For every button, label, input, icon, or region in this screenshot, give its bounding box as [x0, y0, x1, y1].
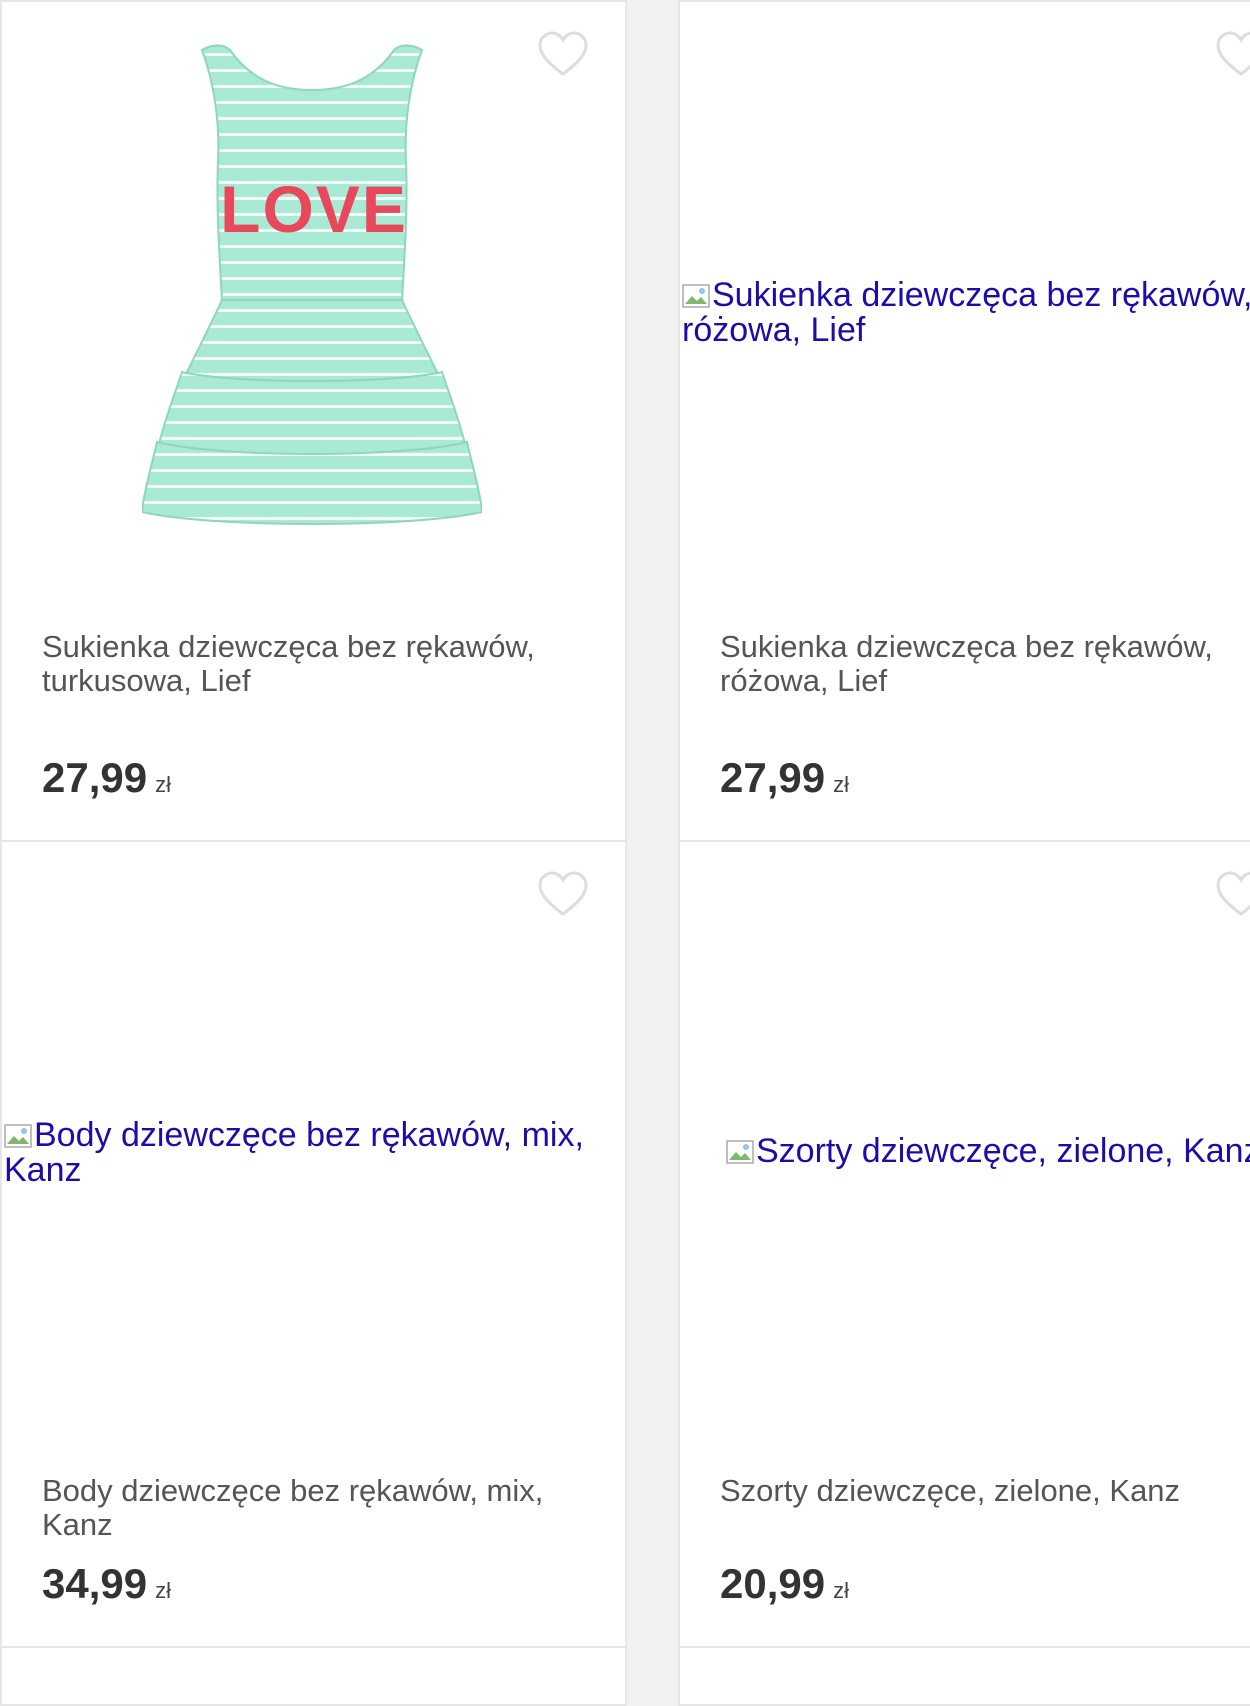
image-alt-text: Body dziewczęce bez rękawów, mix, Kanz — [4, 1116, 584, 1189]
heart-outline-icon[interactable] — [1215, 870, 1250, 918]
product-price: 27,99 zł — [720, 754, 849, 809]
product-image[interactable]: Sukienka dziewczęca bez rękawów, różowa,… — [682, 278, 1250, 348]
price-currency: zł — [155, 1578, 171, 1603]
dress-print-text: LOVE — [220, 172, 408, 246]
broken-image-icon — [682, 284, 710, 308]
price-value: 34,99 — [42, 1560, 148, 1607]
product-title[interactable]: Sukienka dziewczęca bez rękawów, różowa,… — [720, 630, 1250, 698]
product-image[interactable]: Body dziewczęce bez rękawów, mix, Kanz — [4, 1118, 604, 1188]
heart-outline-icon[interactable] — [1215, 30, 1250, 78]
heart-outline-icon[interactable] — [537, 30, 589, 78]
product-title[interactable]: Szorty dziewczęce, zielone, Kanz — [720, 1474, 1250, 1508]
product-card[interactable] — [0, 1646, 627, 1706]
product-title[interactable]: Sukienka dziewczęca bez rękawów, turkuso… — [42, 630, 602, 698]
product-card[interactable]: Sukienka dziewczęca bez rękawów, różowa,… — [678, 0, 1250, 842]
price-currency: zł — [833, 1578, 849, 1603]
product-card[interactable]: LOVE Sukienka dziewczęca bez rękawów, tu… — [0, 0, 627, 842]
product-image[interactable]: LOVE — [142, 42, 482, 552]
price-value: 27,99 — [42, 754, 148, 801]
heart-outline-icon[interactable] — [537, 870, 589, 918]
product-title[interactable]: Body dziewczęce bez rękawów, mix, Kanz — [42, 1474, 602, 1542]
image-alt-text: Sukienka dziewczęca bez rękawów, różowa,… — [682, 276, 1250, 349]
price-value: 27,99 — [720, 754, 826, 801]
product-card[interactable] — [678, 1646, 1250, 1706]
product-image[interactable]: Szorty dziewczęce, zielone, Kanz — [726, 1134, 1250, 1169]
product-price: 20,99 zł — [720, 1560, 849, 1615]
product-card[interactable]: Body dziewczęce bez rękawów, mix, Kanz B… — [0, 840, 627, 1648]
broken-image-icon — [726, 1140, 754, 1164]
product-card[interactable]: Szorty dziewczęce, zielone, Kanz Szorty … — [678, 840, 1250, 1648]
product-price: 34,99 zł — [42, 1560, 171, 1615]
price-currency: zł — [833, 772, 849, 797]
image-alt-text: Szorty dziewczęce, zielone, Kanz — [756, 1132, 1250, 1170]
product-price: 27,99 zł — [42, 754, 171, 809]
price-currency: zł — [155, 772, 171, 797]
broken-image-icon — [4, 1124, 32, 1148]
price-value: 20,99 — [720, 1560, 826, 1607]
